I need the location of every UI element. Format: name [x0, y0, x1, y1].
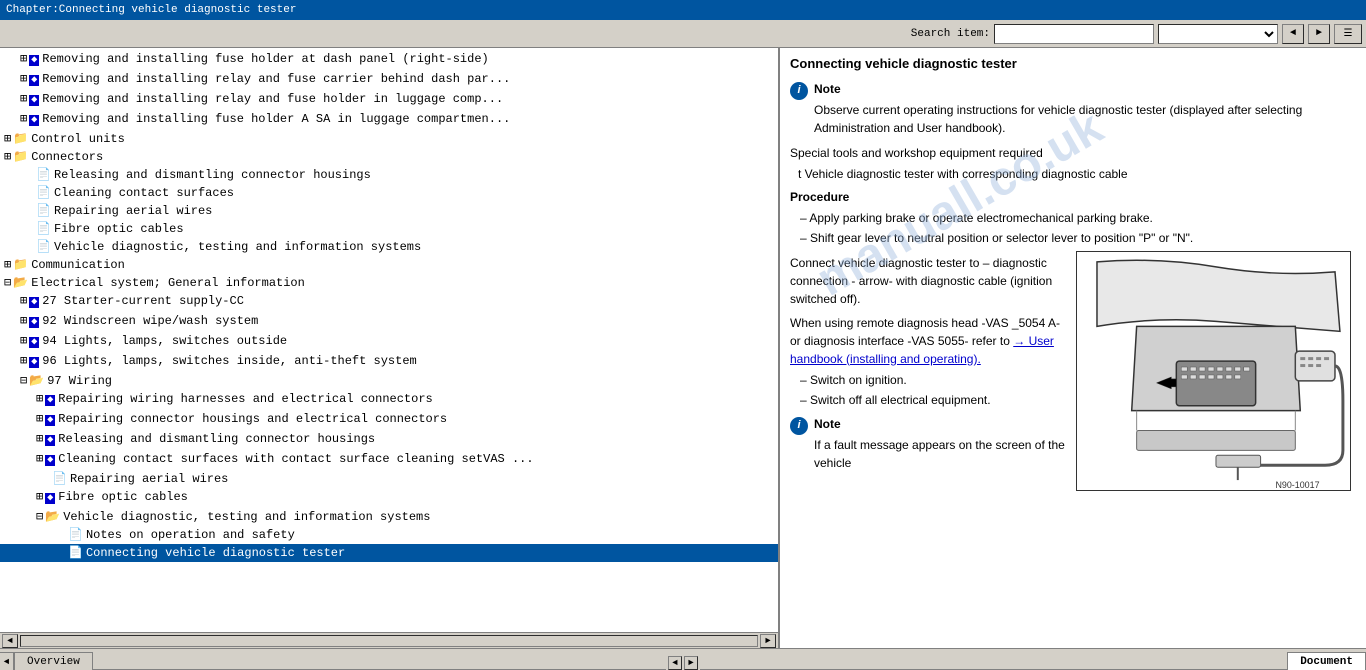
- tree-item[interactable]: ⊞◆Cleaning contact surfaces with contact…: [0, 450, 778, 470]
- tree-item[interactable]: 📄Fibre optic cables: [0, 220, 778, 238]
- tree-item[interactable]: ⊞◆27 Starter-current supply-CC: [0, 292, 778, 312]
- note-box-1: i Note Observe current operating instruc…: [790, 80, 1356, 140]
- special-tools-label: Special tools and workshop equipment req…: [790, 144, 1356, 162]
- tool-item: t Vehicle diagnostic tester with corresp…: [798, 165, 1356, 183]
- tree-item[interactable]: 📄Notes on operation and safety: [0, 526, 778, 544]
- tab-overview-label: Overview: [27, 656, 80, 668]
- step-2: – Shift gear lever to neutral position o…: [800, 229, 1356, 247]
- right-panel[interactable]: manuall.co.uk Connecting vehicle diagnos…: [780, 48, 1366, 648]
- scroll-tabs-left[interactable]: ◄: [0, 652, 14, 670]
- diagram-col: N90-10017: [1076, 251, 1356, 491]
- step-2-text: Shift gear lever to neutral position or …: [810, 231, 1193, 245]
- step-4-text: Switch off all electrical equipment.: [810, 393, 991, 407]
- tree-item[interactable]: 📄Releasing and dismantling connector hou…: [0, 166, 778, 184]
- search-prev-button[interactable]: ◄: [1282, 24, 1304, 44]
- two-col-section: Connect vehicle diagnostic tester to – d…: [790, 251, 1356, 491]
- note-text-1: Observe current operating instructions f…: [814, 101, 1356, 137]
- tree-item[interactable]: ⊟📂97 Wiring: [0, 372, 778, 390]
- tab-document-label: Document: [1300, 656, 1353, 668]
- search-dropdown[interactable]: [1158, 24, 1278, 44]
- tree-item[interactable]: ⊞◆Repairing connector housings and elect…: [0, 410, 778, 430]
- tree-item[interactable]: ⊞◆Removing and installing relay and fuse…: [0, 90, 778, 110]
- bottom-tabs: ◄ Overview ◄ ► Document: [0, 648, 1366, 670]
- tree-item[interactable]: ⊞◆Repairing wiring harnesses and electri…: [0, 390, 778, 410]
- tree-item[interactable]: ⊞◆Releasing and dismantling connector ho…: [0, 430, 778, 450]
- tree-item[interactable]: 📄Cleaning contact surfaces: [0, 184, 778, 202]
- tree-item[interactable]: ⊞◆92 Windscreen wipe/wash system: [0, 312, 778, 332]
- diagram-svg: N90-10017: [1077, 252, 1350, 490]
- left-description: Connect vehicle diagnostic tester to – d…: [790, 251, 1068, 491]
- tree-content[interactable]: ⊞◆Removing and installing fuse holder at…: [0, 48, 778, 632]
- scroll-left-button[interactable]: ◄: [2, 634, 18, 648]
- tree-item[interactable]: 📄Repairing aerial wires: [0, 202, 778, 220]
- step-3-text: Switch on ignition.: [810, 373, 907, 387]
- note-box-2: i Note If a fault message appears on the…: [790, 415, 1068, 475]
- tab-divider-right: [700, 652, 1287, 670]
- tab-overview[interactable]: Overview: [14, 652, 93, 670]
- note-text-2: If a fault message appears on the screen…: [814, 436, 1068, 472]
- tree-item[interactable]: 📄Repairing aerial wires: [0, 470, 778, 488]
- left-panel: ⊞◆Removing and installing fuse holder at…: [0, 48, 780, 648]
- tree-item[interactable]: ⊞◆Removing and installing fuse holder A …: [0, 110, 778, 130]
- title-text: Chapter:Connecting vehicle diagnostic te…: [6, 4, 296, 16]
- tab-divider-left: [93, 652, 666, 670]
- note-label-1: Note: [814, 80, 1356, 98]
- step-1: – Apply parking brake or operate electro…: [800, 209, 1356, 227]
- main-content: ⊞◆Removing and installing fuse holder at…: [0, 48, 1366, 648]
- search-label: Search item:: [911, 28, 990, 40]
- tree-item[interactable]: ⊟📂Electrical system; General information: [0, 274, 778, 292]
- tree-item[interactable]: ⊞📁Control units: [0, 130, 778, 148]
- tree-item[interactable]: ⊞◆Removing and installing relay and fuse…: [0, 70, 778, 90]
- procedure-label: Procedure: [790, 188, 1356, 206]
- search-input[interactable]: [994, 24, 1154, 44]
- step-3: – Switch on ignition.: [800, 371, 1068, 389]
- tree-item[interactable]: ⊞📁Communication: [0, 256, 778, 274]
- tree-item[interactable]: ⊞◆94 Lights, lamps, switches outside: [0, 332, 778, 352]
- nav-left-button[interactable]: ◄: [668, 656, 682, 670]
- tree-item[interactable]: ⊞◆Fibre optic cables: [0, 488, 778, 508]
- toolbar: Search item: ◄ ► ☰: [0, 20, 1366, 48]
- tree-item[interactable]: ⊞📁Connectors: [0, 148, 778, 166]
- tree-item[interactable]: 📄Connecting vehicle diagnostic tester: [0, 544, 778, 562]
- doc-title: Connecting vehicle diagnostic tester: [790, 54, 1356, 74]
- step-1-dash: –: [800, 211, 809, 225]
- note-icon-2: i: [790, 417, 808, 435]
- tree-item[interactable]: ⊞◆Removing and installing fuse holder at…: [0, 50, 778, 70]
- tree-item[interactable]: ⊟📂Vehicle diagnostic, testing and inform…: [0, 508, 778, 526]
- step-4: – Switch off all electrical equipment.: [800, 391, 1068, 409]
- note-label-2: Note: [814, 415, 1068, 433]
- nav-right-button[interactable]: ►: [684, 656, 698, 670]
- connect-text: Connect vehicle diagnostic tester to – d…: [790, 254, 1068, 308]
- title-bar: Chapter:Connecting vehicle diagnostic te…: [0, 0, 1366, 20]
- scroll-right-button[interactable]: ►: [760, 634, 776, 648]
- diagram-box: N90-10017: [1076, 251, 1351, 491]
- step-2-dash: –: [800, 231, 810, 245]
- menu-button[interactable]: ☰: [1334, 24, 1362, 44]
- tree-item[interactable]: ⊞◆96 Lights, lamps, switches inside, ant…: [0, 352, 778, 372]
- tab-document[interactable]: Document: [1287, 652, 1366, 670]
- note-icon-1: i: [790, 82, 808, 100]
- diagram-label: N90-10017: [1275, 480, 1319, 490]
- remote-text: When using remote diagnosis head -VAS _5…: [790, 314, 1068, 368]
- search-next-button[interactable]: ►: [1308, 24, 1330, 44]
- step-1-text: Apply parking brake or operate electrome…: [809, 211, 1153, 225]
- tree-item[interactable]: 📄Vehicle diagnostic, testing and informa…: [0, 238, 778, 256]
